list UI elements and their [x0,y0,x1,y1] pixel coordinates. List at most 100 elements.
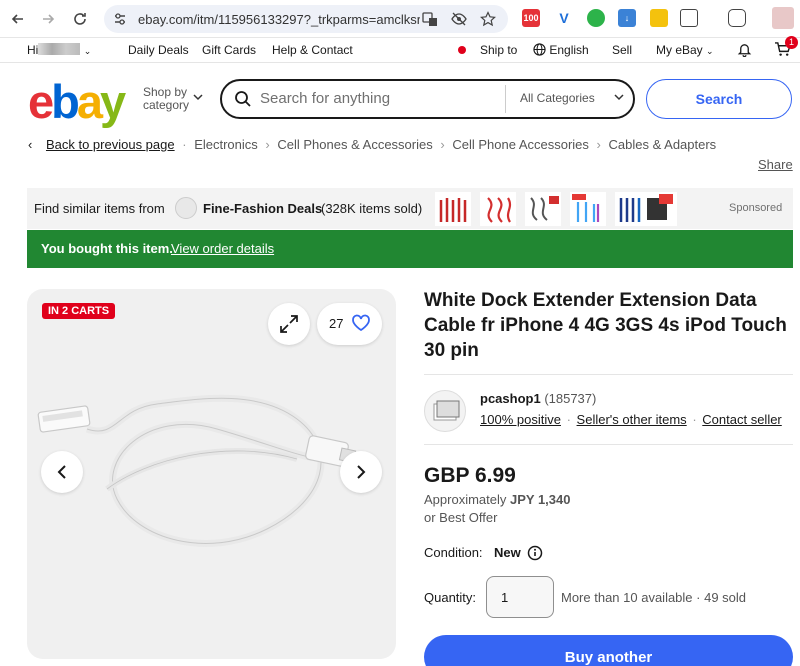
similar-item-thumbnail[interactable] [525,192,561,226]
extension-download-icon[interactable]: ↓ [618,9,636,27]
logo-letter-b: b [51,75,80,128]
chevron-left-icon: ‹ [28,137,33,152]
similar-item-thumbnail[interactable] [641,192,677,226]
divider [424,374,793,375]
greeting-text: Hi [27,43,39,57]
heart-icon [352,314,370,332]
similar-items-banner: Find similar items from Fine-Fashion Dea… [27,188,793,229]
translate-icon[interactable] [422,11,438,27]
cart-count-badge: 1 [785,36,798,49]
in-carts-badge: IN 2 CARTS [42,303,116,319]
gift-cards-link[interactable]: Gift Cards [202,43,256,57]
browser-toolbar: ebay.com/itm/115956133297?_trkparms=amcl… [0,0,800,38]
bookmark-star-icon[interactable] [480,11,496,27]
globe-icon [533,43,546,56]
ebay-logo[interactable]: ebay [28,75,126,128]
extension-green-icon[interactable] [587,9,605,27]
store-name-link[interactable]: Fine-Fashion Deals [203,201,322,216]
logo-letter-e: e [28,75,54,128]
product-image-gallery[interactable]: IN 2 CARTS 27 [27,289,396,659]
sell-link[interactable]: Sell [612,43,632,57]
extension-badge: 100 [523,13,539,23]
store-sold-count: (328K items sold) [321,201,423,216]
condition-label: Condition: [424,545,483,560]
bell-icon[interactable] [737,42,752,60]
quantity-label: Quantity: [424,590,477,605]
help-contact-link[interactable]: Help & Contact [272,43,353,57]
address-bar[interactable]: ebay.com/itm/115956133297?_trkparms=amcl… [104,5,508,33]
similar-item-thumbnail[interactable] [480,192,516,226]
back-arrow-icon[interactable] [8,9,28,29]
search-bar: Search for anything All Categories [220,79,635,119]
search-input[interactable]: Search for anything [260,90,390,107]
separator-dot: · [692,412,697,427]
seller-info: pcashop1 (185737) [480,391,596,406]
share-link[interactable]: Share [758,157,793,172]
eye-off-icon[interactable] [451,11,467,27]
info-icon[interactable] [527,545,543,561]
chevron-down-icon: ⌄ [83,46,92,56]
logo-letter-y: y [100,75,126,128]
bought-message: You bought this item. [41,241,173,256]
greeting[interactable]: Hi ⌄ [27,43,91,57]
forward-arrow-icon[interactable] [38,9,58,29]
seller-name-link[interactable]: pcashop1 [480,391,541,406]
approx-prefix: Approximately [424,492,507,507]
screenshot-icon[interactable] [728,9,746,27]
shop-by-category-button[interactable]: Shop by category [143,86,189,112]
contact-seller-link[interactable]: Contact seller [702,412,781,427]
watch-button[interactable]: 27 [317,303,382,345]
profile-avatar[interactable] [772,7,794,29]
my-ebay-menu[interactable]: My eBay ⌄ [656,43,714,57]
chevron-right-icon: › [265,137,270,152]
positive-feedback-link[interactable]: 100% positive [480,412,561,427]
chevron-right-icon: › [440,137,445,152]
reload-icon[interactable] [70,9,90,29]
chevron-down-icon: ⌄ [706,46,714,56]
seller-other-items-link[interactable]: Seller's other items [577,412,687,427]
breadcrumb-item[interactable]: Cell Phones & Accessories [277,137,432,152]
breadcrumb-item[interactable]: Electronics [194,137,258,152]
approx-value: JPY 1,340 [510,492,571,507]
best-offer-label: or Best Offer [424,510,498,525]
approx-price: Approximately JPY 1,340 [424,492,570,507]
quantity-input[interactable] [486,576,554,618]
breadcrumb-item[interactable]: Cables & Adapters [609,137,717,152]
daily-deals-link[interactable]: Daily Deals [128,43,189,57]
ship-to-link[interactable]: Ship to [480,43,517,57]
extensions-puzzle-icon[interactable] [680,9,698,27]
search-icon [235,91,251,107]
similar-item-thumbnail[interactable] [570,192,606,226]
shop-by-line2: category [143,98,190,112]
availability-text: More than 10 available · 49 sold [561,590,747,605]
seller-feedback-count[interactable]: (185737) [544,391,596,406]
store-logo[interactable] [175,197,197,219]
extension-calendar-icon[interactable]: 100 [522,9,540,27]
extension-yellow-icon[interactable] [650,9,668,27]
language-selector[interactable]: English [533,43,589,57]
extension-v-icon[interactable]: V [555,9,573,27]
expand-icon[interactable] [268,303,310,345]
seller-avatar[interactable] [424,390,466,432]
item-price: GBP 6.99 [424,464,516,487]
search-button[interactable]: Search [646,79,792,119]
my-ebay-label: My eBay [656,43,703,57]
breadcrumb-item[interactable]: Cell Phone Accessories [452,137,589,152]
category-select[interactable]: All Categories [520,91,595,105]
ship-to-flag-icon [458,46,466,54]
breadcrumb: ‹ Back to previous page · Electronics › … [28,137,716,152]
similar-prefix: Find similar items from [34,201,165,216]
seller-links: 100% positive · Seller's other items · C… [480,412,782,427]
chevron-right-icon: › [596,137,601,152]
breadcrumb-dot: · [182,137,187,152]
next-image-button[interactable] [340,451,382,493]
back-to-previous-link[interactable]: Back to previous page [46,137,175,152]
chevron-left-icon [57,465,66,479]
logo-letter-a: a [76,75,103,128]
ebay-topbar: Hi ⌄ Daily Deals Gift Cards Help & Conta… [0,38,800,63]
site-settings-icon[interactable] [112,11,128,27]
view-order-details-link[interactable]: View order details [171,241,274,256]
previous-image-button[interactable] [41,451,83,493]
similar-item-thumbnail[interactable] [435,192,471,226]
buy-another-button[interactable]: Buy another [424,635,793,666]
